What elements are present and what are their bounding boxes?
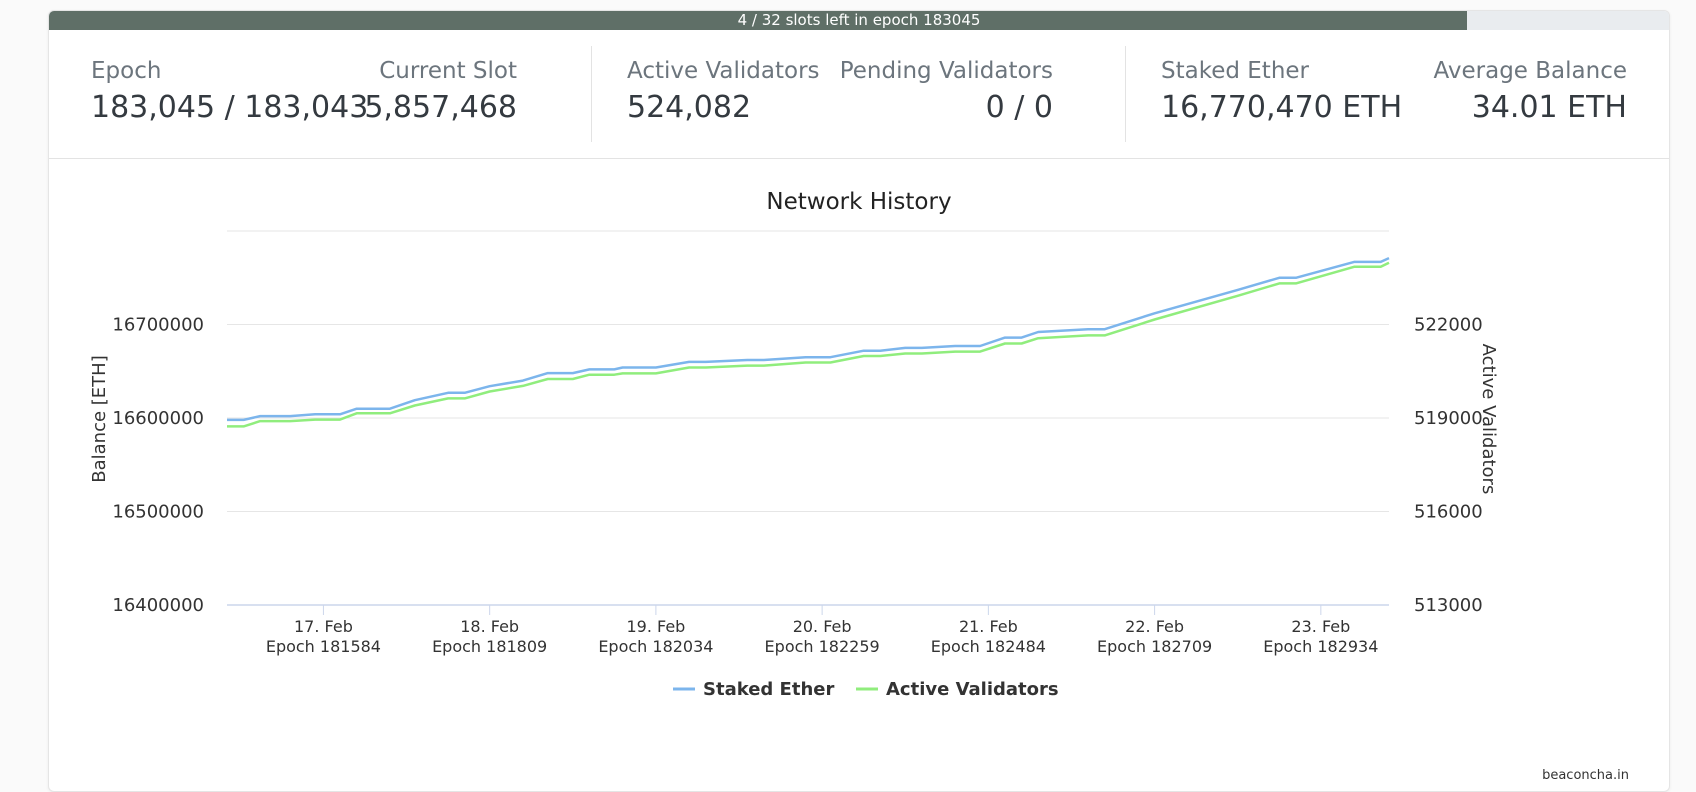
y2-tick-label: 522000 (1414, 315, 1483, 336)
stat-pending-validators: Pending Validators 0 / 0 (840, 58, 1053, 125)
y-tick-label: 16700000 (112, 315, 204, 336)
stat-current-slot-label: Current Slot (379, 58, 517, 84)
stat-staked-ether-label: Staked Ether (1161, 58, 1310, 84)
y2-tick-label: 516000 (1414, 502, 1483, 523)
y-tick-label: 16600000 (112, 408, 204, 429)
chart-credits[interactable]: beaconcha.in (1542, 768, 1629, 783)
stat-epoch-value: 183,045 / 183,043 (91, 90, 369, 125)
x-tick-epoch-label: Epoch 182934 (1263, 637, 1378, 656)
chart-axes: 16400000 16500000 16600000 16700000 513000 51… (89, 315, 1499, 657)
x-tick-epoch-label: Epoch 182034 (598, 637, 713, 656)
stat-staked-ether: Staked Ether 16,770,470 ETH (1161, 58, 1402, 125)
x-tick-epoch-label: Epoch 182709 (1097, 637, 1212, 656)
stats-divider (1125, 46, 1126, 142)
grid-lines (227, 230, 1389, 606)
y-tick-label: 16500000 (112, 502, 204, 523)
x-tick-epoch-label: Epoch 182259 (765, 637, 880, 656)
y2-tick-label: 519000 (1414, 408, 1483, 429)
y-tick-label: 16400000 (112, 595, 204, 616)
y2-axis-title: Active Validators (1478, 344, 1499, 495)
chart-legend: Staked Ether Active Validators (673, 679, 1059, 700)
x-tick-date-label: 20. Feb (793, 617, 852, 636)
stat-pending-validators-value: 0 / 0 (985, 90, 1053, 125)
x-tick-date-label: 19. Feb (626, 617, 685, 636)
stat-active-validators-value: 524,082 (627, 90, 752, 125)
chart-title: Network History (766, 189, 951, 215)
y-axis-title: Balance [ETH] (89, 355, 110, 482)
x-tick-epoch-label: Epoch 182484 (931, 637, 1046, 656)
network-stats: Epoch 183,045 / 183,043 Current Slot 5,8… (49, 30, 1669, 159)
epoch-progress-bar: 4 / 32 slots left in epoch 183045 (49, 11, 1669, 30)
x-tick-date-label: 23. Feb (1291, 617, 1350, 636)
chart-series (227, 256, 1390, 428)
stats-divider (591, 46, 592, 142)
stat-current-slot: Current Slot 5,857,468 (364, 58, 517, 125)
series-line-active-validators (227, 261, 1390, 428)
epoch-progress-text: 4 / 32 slots left in epoch 183045 (737, 11, 981, 29)
stat-average-balance-label: Average Balance (1433, 58, 1628, 84)
legend-item-label[interactable]: Staked Ether (703, 679, 834, 700)
stat-epoch-label: Epoch (91, 58, 162, 84)
x-tick-date-label: 22. Feb (1125, 617, 1184, 636)
x-tick-date-label: 21. Feb (959, 617, 1018, 636)
x-tick-epoch-label: Epoch 181584 (266, 637, 381, 656)
x-tick-date-label: 18. Feb (460, 617, 519, 636)
y2-tick-label: 513000 (1414, 595, 1483, 616)
network-history-chart: Network History 16400000 16500000 16600000… (89, 189, 1629, 783)
stat-active-validators-label: Active Validators (627, 58, 820, 84)
network-card: 4 / 32 slots left in epoch 183045 Epoch … (48, 10, 1670, 792)
stat-average-balance-value: 34.01 ETH (1471, 90, 1627, 125)
legend-item-label[interactable]: Active Validators (886, 679, 1059, 700)
stat-average-balance: Average Balance 34.01 ETH (1434, 58, 1628, 125)
stat-staked-ether-value: 16,770,470 ETH (1161, 90, 1403, 125)
stat-pending-validators-label: Pending Validators (839, 58, 1053, 84)
stat-active-validators: Active Validators 524,082 (627, 58, 820, 125)
x-tick-epoch-label: Epoch 181809 (432, 637, 547, 656)
series-line-staked-ether (227, 256, 1390, 422)
x-tick-date-label: 17. Feb (294, 617, 353, 636)
stat-epoch: Epoch 183,045 / 183,043 (91, 58, 368, 125)
stat-current-slot-value: 5,857,468 (364, 90, 517, 125)
